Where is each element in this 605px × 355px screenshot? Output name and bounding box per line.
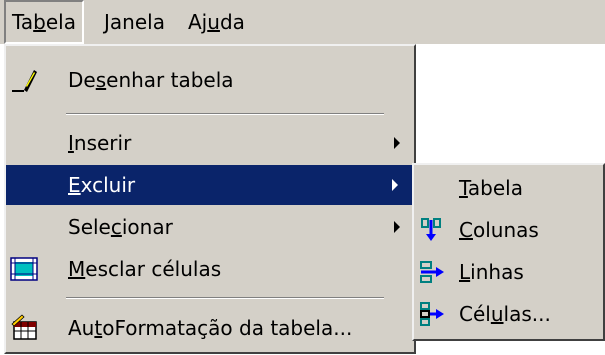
menu-item-label: Selecionar: [68, 215, 173, 239]
submenu-arrow-icon: [394, 221, 400, 233]
merge-cells-icon: [10, 255, 38, 283]
menubar-janela[interactable]: Janela: [98, 0, 171, 44]
menu-bar: Tabela Janela Ajuda: [0, 0, 605, 44]
submenu-arrow-icon: [394, 137, 400, 149]
menu-item-autoformatacao[interactable]: AutoFormatação da tabela...: [6, 308, 414, 348]
pencil-icon: [10, 66, 38, 94]
menu-item-excluir[interactable]: Excluir: [6, 165, 412, 205]
menu-item-label: Desenhar tabela: [68, 68, 234, 92]
tabela-menu: Desenhar tabela Inserir Excluir Selecion…: [4, 44, 416, 354]
menubar-tabela[interactable]: Tabela: [4, 0, 84, 44]
submenu-arrow-icon: [392, 179, 398, 191]
delete-cells-icon: [418, 300, 446, 328]
menu-item-label: Linhas: [459, 260, 524, 284]
menu-item-label: Inserir: [68, 131, 132, 155]
menu-item-label: AutoFormatação da tabela...: [68, 316, 353, 340]
excluir-submenu: Tabela Colunas Linhas Células...: [412, 163, 605, 341]
delete-rows-icon: [418, 258, 446, 286]
submenu-item-tabela[interactable]: Tabela: [414, 168, 603, 208]
menu-separator: [66, 297, 384, 299]
menu-item-mesclar-celulas[interactable]: Mesclar células: [6, 249, 414, 289]
menu-item-label: Excluir: [68, 173, 136, 197]
menu-item-label: Colunas: [459, 218, 539, 242]
submenu-item-colunas[interactable]: Colunas: [414, 210, 603, 250]
menubar-ajuda-label: Ajuda: [188, 10, 245, 34]
autoformat-table-icon: [10, 314, 38, 342]
menu-item-selecionar[interactable]: Selecionar: [6, 207, 414, 247]
menu-item-label: Mesclar células: [68, 257, 222, 281]
menubar-tabela-label: Tabela: [12, 10, 76, 34]
delete-columns-icon: [418, 216, 446, 244]
menu-item-inserir[interactable]: Inserir: [6, 123, 414, 163]
menu-item-label: Células...: [459, 302, 551, 326]
menubar-janela-label: Janela: [104, 10, 165, 34]
submenu-item-celulas[interactable]: Células...: [414, 294, 603, 334]
menu-separator: [66, 113, 384, 115]
menu-item-desenhar-tabela[interactable]: Desenhar tabela: [6, 60, 414, 100]
submenu-item-linhas[interactable]: Linhas: [414, 252, 603, 292]
menu-item-label: Tabela: [459, 176, 523, 200]
menubar-ajuda[interactable]: Ajuda: [182, 0, 251, 44]
